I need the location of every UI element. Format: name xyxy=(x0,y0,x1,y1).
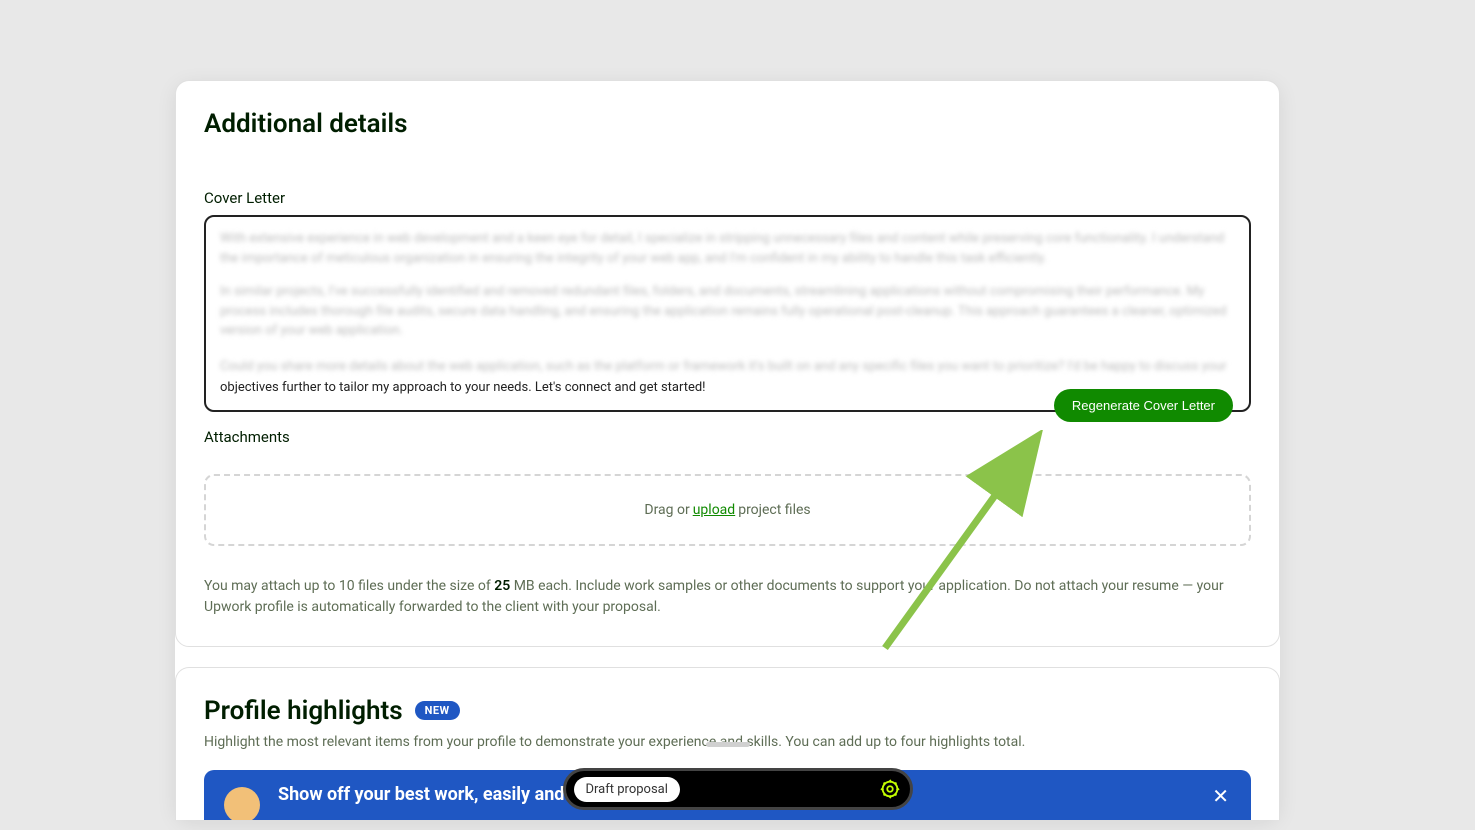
project-files-text: project files xyxy=(738,502,810,518)
regenerate-cover-letter-button[interactable]: Regenerate Cover Letter xyxy=(1054,389,1233,422)
drag-text: Drag or xyxy=(644,502,689,518)
settings-icon[interactable] xyxy=(878,777,902,801)
main-container: Additional details Cover Letter With ext… xyxy=(175,80,1280,820)
cover-letter-para-1: With extensive experience in web develop… xyxy=(220,229,1235,268)
new-badge: NEW xyxy=(415,701,460,720)
upload-link[interactable]: upload xyxy=(693,502,735,518)
cover-letter-para-2: In similar projects, I've successfully i… xyxy=(220,282,1235,341)
additional-details-title: Additional details xyxy=(204,109,1251,139)
close-icon[interactable]: ✕ xyxy=(1212,784,1229,808)
cover-letter-textarea[interactable]: With extensive experience in web develop… xyxy=(204,215,1251,412)
profile-title-row: Profile highlights NEW xyxy=(204,696,1251,726)
additional-details-section: Additional details Cover Letter With ext… xyxy=(175,80,1280,647)
attachments-help-text: You may attach up to 10 files under the … xyxy=(204,576,1251,618)
bottom-toolbar: Draft proposal xyxy=(563,768,913,810)
cover-letter-label: Cover Letter xyxy=(204,189,1251,207)
profile-highlights-title: Profile highlights xyxy=(204,696,403,726)
draft-proposal-chip[interactable]: Draft proposal xyxy=(574,777,680,802)
banner-avatar-icon xyxy=(224,787,260,820)
file-dropzone[interactable]: Drag or upload project files xyxy=(204,474,1251,546)
cover-letter-visible-text: objectives further to tailor my approach… xyxy=(220,380,706,395)
scroll-indicator xyxy=(706,742,750,747)
attachments-label: Attachments xyxy=(204,428,1251,446)
